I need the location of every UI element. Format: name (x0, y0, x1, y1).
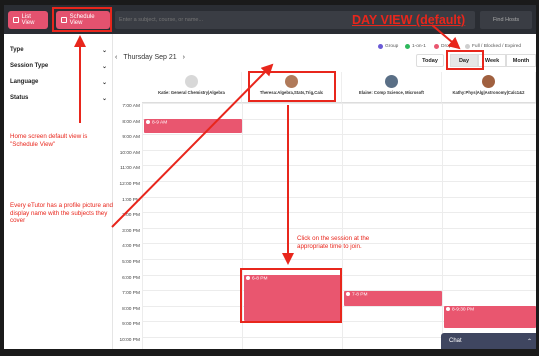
arrow-to-tutor-header (111, 63, 274, 228)
app-screen: List View Schedule View Find Hosts Type … (4, 5, 536, 349)
screenshot-frame: List View Schedule View Find Hosts Type … (0, 0, 539, 356)
arrow-to-day-button (431, 24, 461, 50)
annotation-arrows (74, 24, 461, 265)
